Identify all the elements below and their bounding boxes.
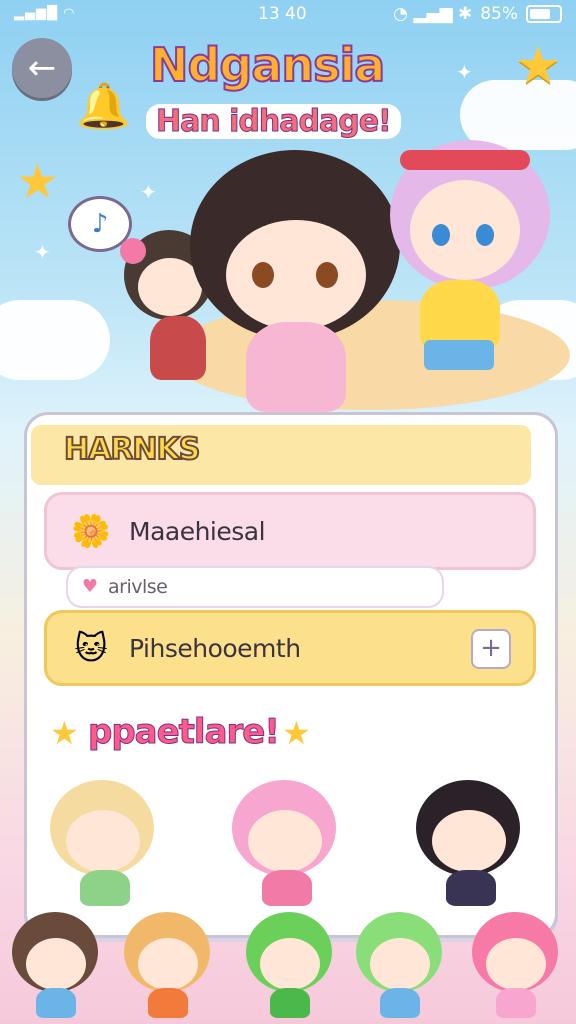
menu-item[interactable]: 🐱 Pihsehooemth + bbox=[44, 610, 536, 686]
battery-icon bbox=[526, 5, 562, 23]
character-avatar[interactable] bbox=[356, 912, 446, 1022]
add-button[interactable]: + bbox=[471, 629, 511, 669]
menu-item-label: Pihsehooemth bbox=[129, 633, 301, 663]
character-avatar[interactable] bbox=[50, 780, 160, 910]
star-icon: ★ bbox=[282, 714, 311, 752]
menu-item-label: Maaehiesal bbox=[129, 516, 266, 546]
sparkle-icon: ✦ bbox=[34, 240, 51, 264]
character-avatar[interactable] bbox=[232, 780, 342, 910]
character-avatar[interactable] bbox=[246, 912, 336, 1022]
battery-text: 85% bbox=[480, 4, 518, 24]
sparkle-icon: ✦ bbox=[456, 60, 473, 84]
signal-icon: ▂▄▆█ ◠ bbox=[14, 6, 76, 21]
menu-item[interactable]: 🌼 Maaehiesal bbox=[44, 492, 536, 570]
back-button[interactable]: ← bbox=[12, 38, 72, 98]
sparkle-icon: ✦ bbox=[140, 180, 157, 204]
game-title: Ndgansia bbox=[149, 37, 386, 93]
character-avatar[interactable] bbox=[124, 912, 214, 1022]
character-avatar[interactable] bbox=[12, 912, 102, 1022]
character-avatar[interactable] bbox=[472, 912, 562, 1022]
cat-icon: 🐱 bbox=[74, 629, 108, 667]
menu-item-label: arivlse bbox=[108, 576, 168, 598]
character-main bbox=[190, 150, 400, 420]
star-icon: ★ bbox=[50, 714, 79, 752]
character-avatar[interactable] bbox=[416, 780, 526, 910]
character-girl bbox=[380, 140, 560, 390]
menu-item[interactable]: ♥ arivlse bbox=[66, 566, 444, 608]
star-icon[interactable]: ★ bbox=[512, 40, 564, 92]
arrow-left-icon: ← bbox=[27, 48, 57, 88]
star-icon: ★ bbox=[16, 154, 60, 210]
status-bar: ▂▄▆█ ◠ 13 40 ◔ ▂▄▆ ✱ 85% bbox=[0, 0, 576, 28]
game-subtitle: Han idhadage! bbox=[146, 104, 401, 140]
heart-icon: ♥ bbox=[81, 576, 99, 597]
flower-icon: 🌼 bbox=[71, 512, 111, 550]
section-title: ppaetlare! bbox=[88, 712, 281, 753]
signal-icon: ◔ ▂▄▆ ✱ bbox=[393, 4, 473, 24]
status-time: 13 40 bbox=[258, 4, 307, 24]
bell-icon: 🔔 bbox=[76, 81, 131, 132]
panel-title: HARNKS bbox=[63, 431, 201, 468]
cloud bbox=[0, 300, 110, 380]
